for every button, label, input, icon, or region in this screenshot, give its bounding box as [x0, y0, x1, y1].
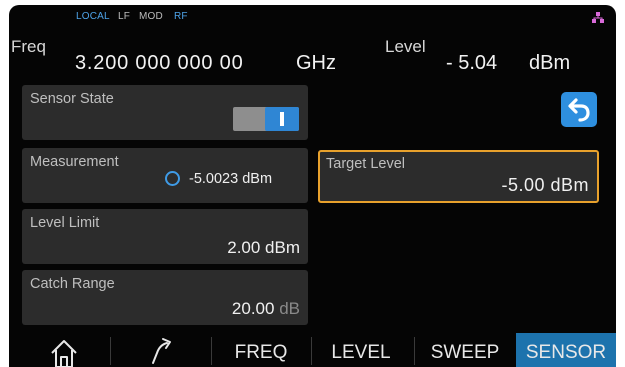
instrument-screen: LOCAL LF MOD RF Freq 3.200 000 000 00 GH…	[9, 5, 616, 367]
level-unit: dBm	[529, 52, 571, 74]
tab-sweep[interactable]: SWEEP	[416, 333, 514, 367]
level-limit-label: Level Limit	[30, 215, 100, 231]
freq-unit: GHz	[296, 52, 336, 74]
freq-label: Freq	[11, 37, 46, 56]
measurement-label: Measurement	[30, 154, 119, 170]
network-icon	[592, 12, 604, 23]
measurement-value: -5.0023 dBm	[189, 171, 273, 187]
tab-level[interactable]: LEVEL	[313, 333, 409, 367]
catch-range-unit: dB	[279, 299, 300, 318]
back-arrow-icon	[568, 98, 590, 122]
home-icon	[51, 340, 77, 367]
level-limit-field[interactable]: Level Limit 2.00 dBm	[22, 209, 308, 264]
level-limit-value: 2.00 dBm	[227, 238, 300, 257]
catch-range-value: 20.00 dB	[232, 299, 300, 319]
measurement-indicator-icon	[165, 171, 180, 186]
bottom-softkey-bar: FREQ LEVEL SWEEP SENSOR	[9, 333, 616, 367]
separator	[414, 337, 415, 365]
back-button[interactable]	[561, 92, 597, 127]
target-level-value: -5.00 dBm	[501, 175, 589, 195]
level-label: Level	[385, 37, 426, 56]
measurement-card: Measurement -5.0023 dBm	[22, 148, 308, 203]
catch-range-field[interactable]: Catch Range 20.00 dB	[22, 270, 308, 325]
tab-freq[interactable]: FREQ	[213, 333, 309, 367]
sensor-state-toggle[interactable]	[233, 107, 299, 131]
separator	[211, 337, 212, 365]
status-mod: MOD	[139, 11, 163, 22]
freq-value[interactable]: 3.200 000 000 00	[75, 52, 244, 75]
toggle-knob	[265, 107, 299, 131]
status-lf: LF	[118, 11, 131, 22]
catch-range-number: 20.00	[231, 299, 275, 318]
catch-range-label: Catch Range	[30, 276, 115, 292]
home-button[interactable]	[19, 333, 109, 367]
level-value[interactable]: - 5.04	[446, 52, 497, 75]
sensor-state-label: Sensor State	[30, 91, 114, 107]
sensor-state-card: Sensor State	[22, 85, 308, 140]
arrow-icon	[152, 338, 171, 364]
tab-sensor[interactable]: SENSOR	[516, 333, 616, 367]
separator	[311, 337, 312, 365]
shortcut-button[interactable]	[113, 333, 209, 367]
status-local: LOCAL	[76, 11, 110, 22]
status-rf: RF	[174, 11, 188, 22]
target-level-label: Target Level	[326, 156, 405, 172]
target-level-field[interactable]: Target Level -5.00 dBm	[318, 150, 599, 203]
separator	[110, 337, 111, 365]
